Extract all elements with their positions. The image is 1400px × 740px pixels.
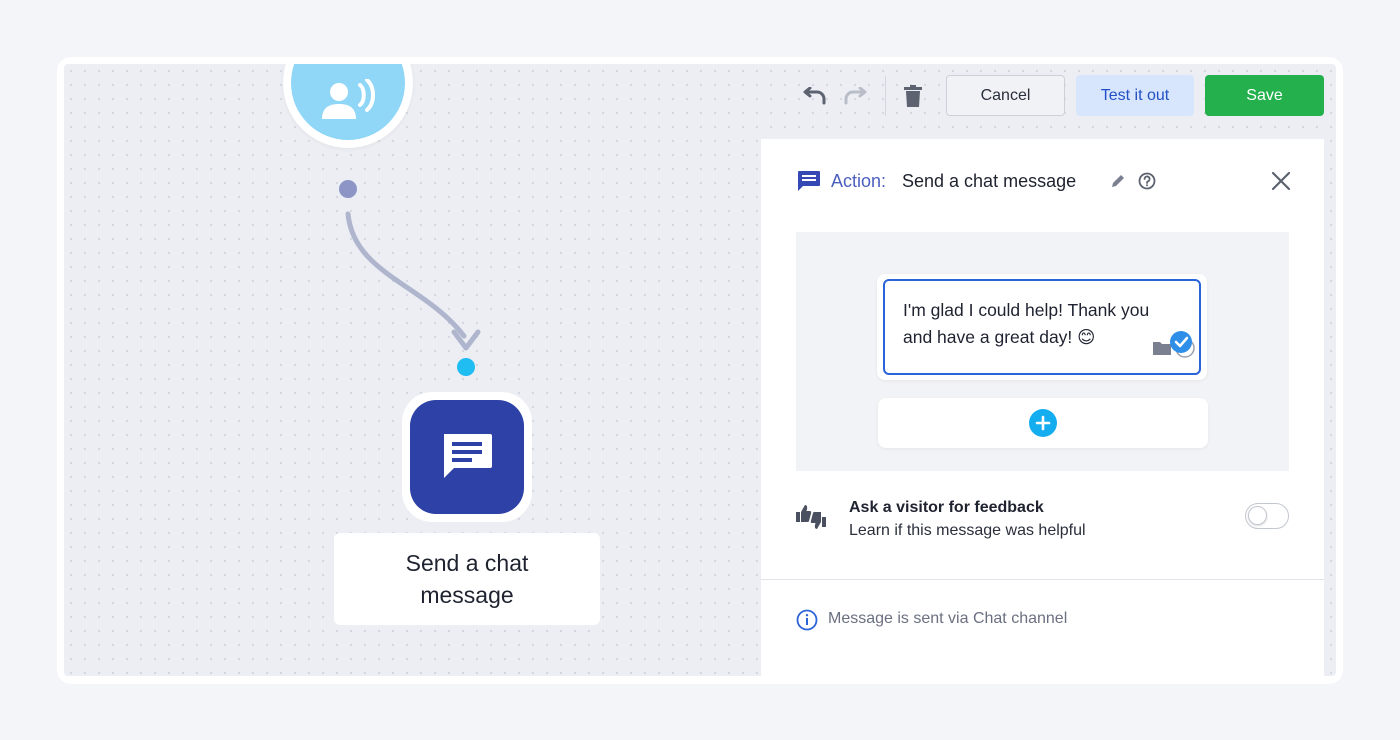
chat-message-icon xyxy=(797,170,821,197)
thumbs-up-down-icon xyxy=(795,503,827,536)
add-message-row xyxy=(878,398,1208,448)
trash-icon xyxy=(904,85,922,107)
edit-title-button[interactable] xyxy=(1110,173,1126,194)
panel-title: Send a chat message xyxy=(902,171,1077,191)
action-settings-panel: Action: Send a chat message I'm glad I c… xyxy=(761,139,1324,684)
action-node-square xyxy=(410,400,524,514)
toolbar-separator xyxy=(885,76,886,116)
close-panel-button[interactable] xyxy=(1271,171,1291,196)
panel-divider xyxy=(761,579,1324,580)
add-message-button[interactable] xyxy=(1029,409,1057,437)
redo-button[interactable] xyxy=(842,84,870,108)
save-button[interactable]: Save xyxy=(1205,75,1324,116)
action-node-label[interactable]: Send a chat message xyxy=(334,533,600,625)
redo-icon xyxy=(844,87,867,105)
feedback-toggle[interactable] xyxy=(1245,503,1289,529)
message-text: I'm glad I could help! Thank you and hav… xyxy=(903,300,1150,347)
trigger-output-port[interactable] xyxy=(339,180,357,198)
panel-header-prefix: Action: xyxy=(831,171,887,191)
action-input-port[interactable] xyxy=(457,358,475,376)
feedback-subtitle: Learn if this message was helpful xyxy=(849,522,1086,539)
channel-info-text: Message is sent via Chat channel xyxy=(828,610,1068,627)
undo-icon xyxy=(803,87,826,105)
chat-message-icon xyxy=(444,434,492,478)
person-speaking-icon xyxy=(322,79,375,119)
close-icon xyxy=(1271,171,1291,191)
undo-button[interactable] xyxy=(800,84,828,108)
test-it-out-button[interactable]: Test it out xyxy=(1076,75,1194,116)
pencil-icon xyxy=(1112,175,1124,187)
cancel-button[interactable]: Cancel xyxy=(946,75,1065,116)
action-node[interactable] xyxy=(402,392,532,522)
info-icon xyxy=(796,609,818,636)
help-button[interactable] xyxy=(1138,172,1156,195)
panel-header: Action: Send a chat message xyxy=(761,139,1324,223)
folder-check-icon xyxy=(1153,331,1195,358)
message-editor-area: I'm glad I could help! Thank you and hav… xyxy=(796,232,1289,471)
message-card: I'm glad I could help! Thank you and hav… xyxy=(877,274,1207,380)
trigger-node-circle xyxy=(291,64,405,140)
message-badge xyxy=(1151,329,1197,367)
help-icon xyxy=(1138,172,1156,190)
message-text-input[interactable]: I'm glad I could help! Thank you and hav… xyxy=(883,279,1201,375)
feedback-title: Ask a visitor for feedback xyxy=(849,499,1044,516)
plus-icon xyxy=(1035,415,1051,431)
delete-button[interactable] xyxy=(899,84,927,108)
toggle-knob xyxy=(1248,506,1267,525)
flow-connector xyxy=(345,211,481,351)
